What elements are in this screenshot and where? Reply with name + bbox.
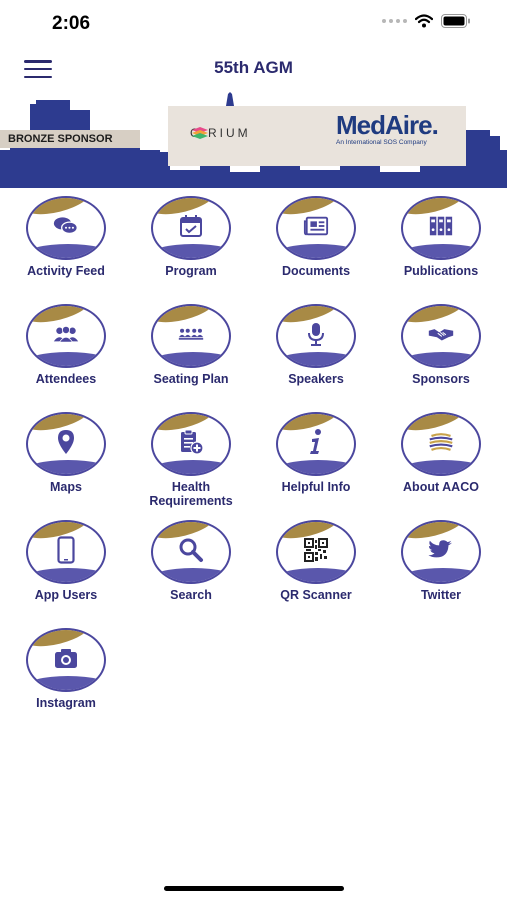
tile-label: Search xyxy=(170,588,212,602)
status-icons xyxy=(382,14,471,28)
medaire-logo: MedAire. An International SOS Company xyxy=(336,110,439,146)
tile-label: Speakers xyxy=(288,372,344,386)
tile-speakers[interactable]: Speakers xyxy=(254,304,378,408)
sponsor-tier-label: BRONZE SPONSOR xyxy=(0,130,140,148)
status-time: 2:06 xyxy=(52,13,91,34)
newspaper-icon xyxy=(303,213,329,239)
medaire-tagline: An International SOS Company xyxy=(336,139,427,146)
phone-icon xyxy=(53,536,79,564)
tile-label: Helpful Info xyxy=(281,480,351,494)
tile-label: Twitter xyxy=(420,588,462,602)
cirium-logo: CIRIUM xyxy=(190,126,251,140)
signal-icon xyxy=(382,19,407,23)
cirium-mark-icon xyxy=(192,127,208,139)
tile-sponsors[interactable]: Sponsors xyxy=(379,304,503,408)
twitter-bird-icon xyxy=(428,537,454,563)
people-icon xyxy=(53,321,79,347)
tile-health-requirements[interactable]: Health Requirements xyxy=(129,412,253,516)
tile-label: Sponsors xyxy=(412,372,470,386)
calendar-icon xyxy=(178,213,204,239)
tile-label: Program xyxy=(165,264,217,278)
status-bar: 2:06 xyxy=(0,0,507,48)
tile-seating-plan[interactable]: Seating Plan xyxy=(129,304,253,408)
tile-label: QR Scanner xyxy=(280,588,352,602)
tile-search[interactable]: Search xyxy=(129,520,253,624)
binders-icon xyxy=(428,213,454,239)
camera-icon xyxy=(53,645,79,671)
map-pin-icon xyxy=(53,429,79,455)
tile-publications[interactable]: Publications xyxy=(379,196,503,300)
sponsor-card[interactable]: CIRIUM MedAire. An International SOS Com… xyxy=(168,106,466,166)
microphone-icon xyxy=(303,321,329,347)
tile-label: Attendees xyxy=(35,372,97,386)
wifi-icon xyxy=(415,14,433,28)
tile-helpful-info[interactable]: Helpful Info xyxy=(254,412,378,516)
home-indicator[interactable] xyxy=(164,886,344,891)
nav-bar: 55th AGM xyxy=(0,48,507,90)
tile-label: Documents xyxy=(281,264,351,278)
aaco-logo-icon xyxy=(428,429,454,455)
clipboard-plus-icon xyxy=(178,429,204,455)
tile-label: About AACO xyxy=(403,480,479,494)
tile-attendees[interactable]: Attendees xyxy=(4,304,128,408)
page-title: 55th AGM xyxy=(214,58,293,77)
tile-activity-feed[interactable]: Activity Feed xyxy=(4,196,128,300)
tile-app-users[interactable]: App Users xyxy=(4,520,128,624)
handshake-icon xyxy=(428,321,454,347)
search-icon xyxy=(178,537,204,563)
tile-maps[interactable]: Maps xyxy=(4,412,128,516)
tile-program[interactable]: Program xyxy=(129,196,253,300)
tile-qr-scanner[interactable]: QR Scanner xyxy=(254,520,378,624)
tile-label: Instagram xyxy=(36,696,96,710)
medaire-name: MedAire. xyxy=(336,110,439,140)
tile-label: Publications xyxy=(403,264,479,278)
tile-documents[interactable]: Documents xyxy=(254,196,378,300)
info-icon xyxy=(303,429,329,455)
tile-label: Maps xyxy=(50,480,82,494)
tile-about-aaco[interactable]: About AACO xyxy=(379,412,503,516)
qr-code-icon xyxy=(303,537,329,563)
tile-label: Seating Plan xyxy=(153,372,229,386)
sponsor-banner[interactable]: BRONZE SPONSOR CIRIUM MedAire. An Intern… xyxy=(0,90,507,188)
chat-bubbles-icon xyxy=(53,213,79,239)
tile-instagram[interactable]: Instagram xyxy=(4,628,128,732)
tile-label: Health Requirements xyxy=(149,480,233,508)
tile-twitter[interactable]: Twitter xyxy=(379,520,503,624)
seating-icon xyxy=(178,321,204,347)
battery-icon xyxy=(441,14,470,28)
tile-label: App Users xyxy=(34,588,98,602)
tile-label: Activity Feed xyxy=(27,264,105,278)
